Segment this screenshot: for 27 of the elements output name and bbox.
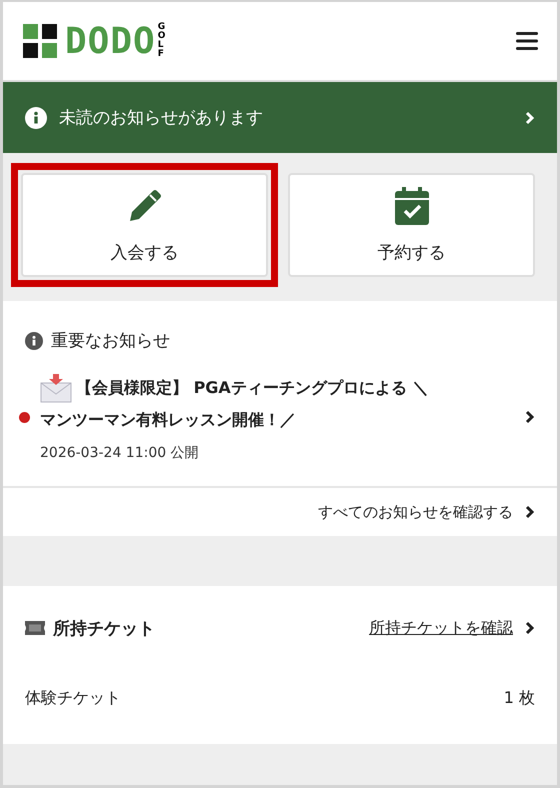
info-icon (25, 106, 47, 128)
tickets-link[interactable]: 所持チケットを確認 (369, 618, 513, 638)
chevron-icon (525, 505, 535, 519)
unread-banner[interactable]: 未読のお知らせがあります (3, 82, 557, 153)
notice-item[interactable]: 【会員様限定】 PGAティーチングプロによる ＼ マンツーマン有料レッスン開催！／ 2026-03-24 11:00 公開 (3, 372, 557, 488)
notice-title-line: マンツーマン有料レッスン開催！／ (40, 409, 296, 431)
calendar-check-icon (394, 186, 428, 224)
ticket-icon (25, 621, 45, 635)
logo-text: DODO (65, 20, 156, 62)
logo-subtext: GOLF (158, 23, 166, 59)
info-icon (25, 332, 43, 350)
chevron-icon (525, 110, 535, 124)
action-button[interactable]: 入会する (21, 173, 268, 277)
action-button[interactable]: 予約する (288, 173, 535, 277)
envelope-icon (40, 373, 72, 403)
notice-date: 2026-03-24 11:00 公開 (40, 444, 200, 462)
section-title: 所持チケット (53, 618, 155, 640)
chevron-icon (525, 621, 535, 635)
ticket-count: 1 枚 (504, 688, 535, 708)
ticket-name: 体験チケット (25, 688, 121, 708)
all-notices-link[interactable]: すべてのお知らせを確認する (318, 502, 513, 522)
logo-icon (23, 24, 57, 58)
chevron-icon (525, 410, 535, 424)
notice-title-line: 【会員様限定】 PGAティーチングプロによる ＼ (76, 377, 428, 399)
section-title: 重要なお知らせ (51, 330, 170, 352)
menu-icon[interactable] (516, 32, 538, 50)
banner-text: 未読のお知らせがあります (59, 107, 264, 129)
